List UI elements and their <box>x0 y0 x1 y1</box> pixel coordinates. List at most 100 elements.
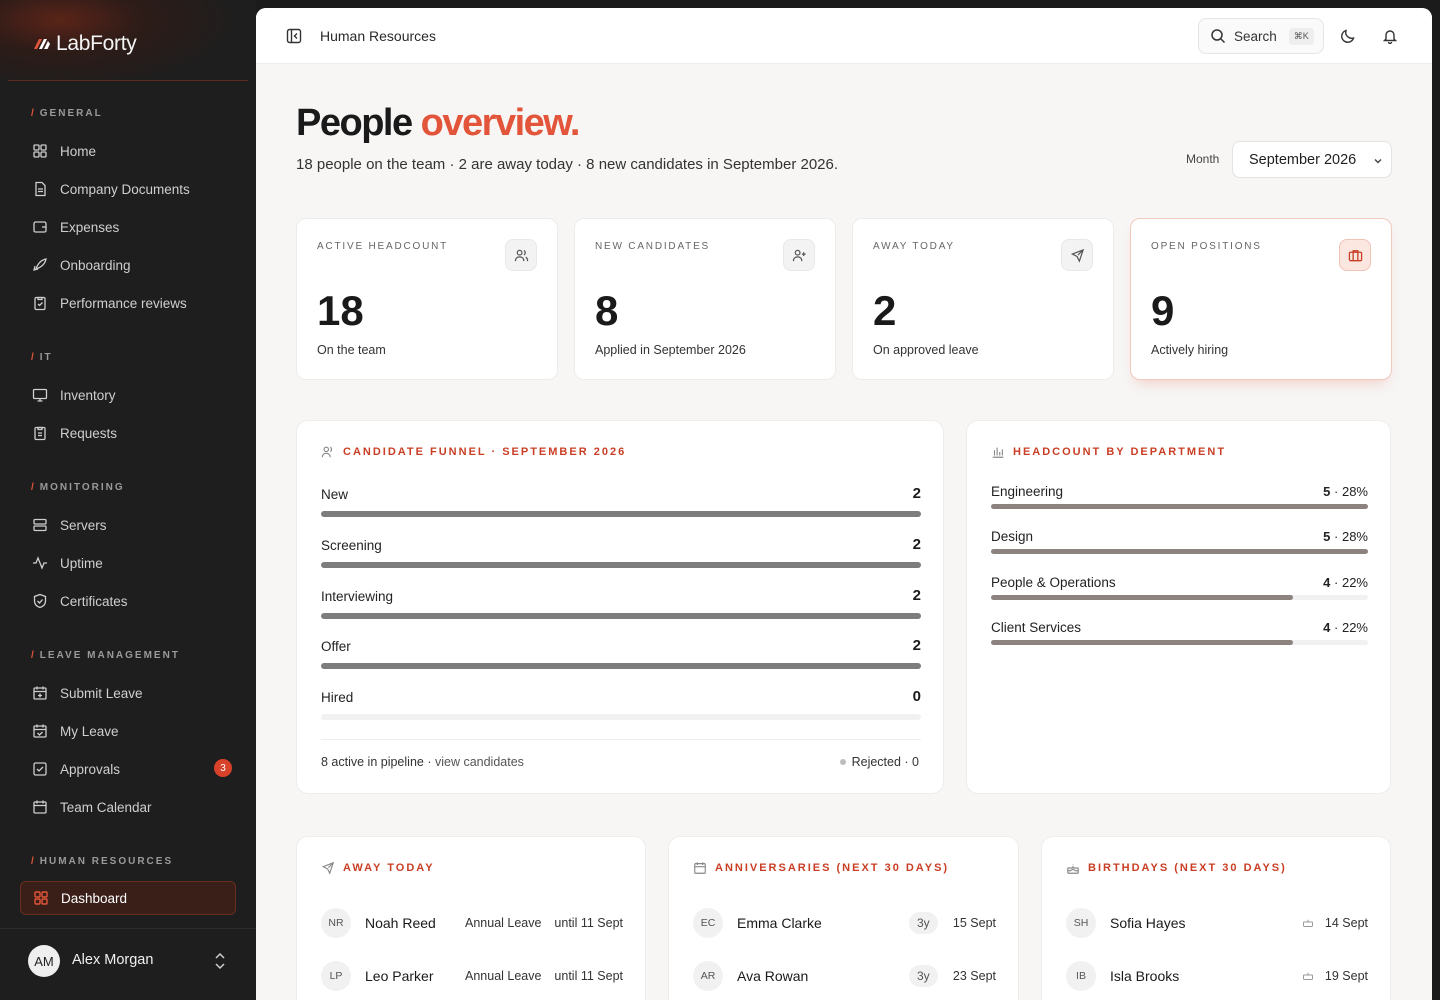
rejected-count: Rejected · 0 <box>839 755 919 769</box>
department-label: Engineering <box>991 484 1064 499</box>
avatar: NR <box>321 908 351 938</box>
search-label: Search <box>1234 28 1277 44</box>
clipboard-list-icon <box>34 426 46 441</box>
server-icon <box>33 518 47 532</box>
approvals-count-badge: 3 <box>214 759 232 777</box>
list-item[interactable]: AR Ava Rowan 3y 23 Sept <box>693 961 996 991</box>
chevron-down-icon <box>1374 159 1382 164</box>
birthday-date: 14 Sept <box>1324 916 1368 930</box>
headcount-by-department-panel: HEADCOUNT BY DEPARTMENT Engineering 5 · … <box>966 420 1391 794</box>
sidebar-item-my-leave[interactable]: My Leave <box>20 714 236 748</box>
stat-card-new-candidates[interactable]: NEW CANDIDATES 8 Applied in September 20… <box>574 218 836 380</box>
stat-card-away-today[interactable]: AWAY TODAY 2 On approved leave <box>852 218 1114 380</box>
department-label: Client Services <box>991 620 1082 635</box>
sidebar-item-certificates[interactable]: Certificates <box>20 584 236 618</box>
sidebar: LabForty / GENERAL Home Company Documents… <box>0 0 256 1000</box>
calendar-plus-icon <box>33 686 47 700</box>
years-badge: 3y <box>909 912 938 934</box>
sidebar-item-uptime[interactable]: Uptime <box>20 546 236 580</box>
list-item[interactable]: LP Leo Parker Annual Leave until 11 Sept <box>321 961 623 991</box>
stat-card-active-headcount[interactable]: ACTIVE HEADCOUNT 18 On the team <box>296 218 558 380</box>
bar-chart-icon <box>992 447 1004 458</box>
sidebar-item-label: Requests <box>60 425 118 441</box>
department-bar <box>991 640 1293 645</box>
plane-icon <box>321 861 335 875</box>
leave-until: until 11 Sept <box>554 969 623 983</box>
sidebar-item-servers[interactable]: Servers <box>20 508 236 542</box>
section-label-it: / IT <box>31 352 53 363</box>
activity-icon <box>33 556 47 570</box>
sidebar-item-team-calendar[interactable]: Team Calendar <box>20 790 236 824</box>
sidebar-item-submit-leave[interactable]: Submit Leave <box>20 676 236 710</box>
sidebar-item-label: Performance reviews <box>60 295 187 311</box>
sidebar-item-company-documents[interactable]: Company Documents <box>20 172 236 206</box>
clipboard-icon <box>34 296 46 311</box>
funnel-stage-label: Hired <box>321 690 354 705</box>
users-icon <box>514 249 528 261</box>
view-candidates-link[interactable]: view candidates <box>435 755 524 769</box>
sidebar-item-approvals[interactable]: Approvals 3 <box>20 752 236 786</box>
cake-icon <box>1067 864 1079 874</box>
moon-icon[interactable] <box>1340 28 1356 44</box>
birthday-date: 19 Sept <box>1324 969 1368 983</box>
sidebar-item-dashboard[interactable]: Dashboard <box>20 881 236 915</box>
stat-value: 8 <box>595 287 619 334</box>
stat-label: OPEN POSITIONS <box>1151 241 1262 252</box>
section-label-leave-management: / LEAVE MANAGEMENT <box>31 650 180 661</box>
brand-logo[interactable]: LabForty <box>32 32 137 56</box>
stat-caption: On the team <box>317 343 386 357</box>
list-item[interactable]: EC Emma Clarke 3y 15 Sept <box>693 908 996 938</box>
list-item[interactable]: IB Isla Brooks 19 Sept <box>1066 961 1368 991</box>
stat-label: AWAY TODAY <box>873 241 955 252</box>
sidebar-item-requests[interactable]: Requests <box>20 416 236 450</box>
calendar-icon <box>694 862 706 874</box>
sidebar-item-label: Certificates <box>60 593 128 609</box>
department-value: 5 · 28% <box>1323 529 1368 544</box>
list-item[interactable]: NR Noah Reed Annual Leave until 11 Sept <box>321 908 623 938</box>
main-content: Human Resources Search ⌘K People overvie… <box>256 8 1432 1000</box>
chevron-up-down-icon[interactable] <box>212 951 228 971</box>
years-badge: 3y <box>909 965 938 987</box>
candidate-funnel-panel: CANDIDATE FUNNEL · SEPTEMBER 2026 New 2 … <box>296 420 944 794</box>
panel-title: AWAY TODAY <box>321 861 435 875</box>
page-subtitle: 18 people on the team · 2 are away today… <box>296 156 839 173</box>
sidebar-item-onboarding[interactable]: Onboarding <box>20 248 236 282</box>
sidebar-item-inventory[interactable]: Inventory <box>20 378 236 412</box>
search-icon <box>1211 29 1226 44</box>
anniversaries-panel: ANNIVERSARIES (NEXT 30 DAYS) EC Emma Cla… <box>668 836 1019 1000</box>
sidebar-item-home[interactable]: Home <box>20 134 236 168</box>
sidebar-item-label: Submit Leave <box>60 685 143 701</box>
month-select[interactable]: September 2026 <box>1232 141 1392 178</box>
list-item[interactable]: SH Sofia Hayes 14 Sept <box>1066 908 1368 938</box>
stat-card-open-positions[interactable]: OPEN POSITIONS 9 Actively hiring <box>1130 218 1392 380</box>
users-icon <box>321 446 333 458</box>
stat-value: 18 <box>317 287 364 334</box>
funnel-bar <box>321 613 921 619</box>
breadcrumb[interactable]: Human Resources <box>320 28 436 44</box>
sidebar-toggle-icon[interactable] <box>286 28 302 44</box>
anniversary-date: 15 Sept <box>952 916 996 930</box>
search-button[interactable]: Search ⌘K <box>1198 18 1324 54</box>
funnel-stage-label: Offer <box>321 639 351 654</box>
sidebar-item-label: Approvals <box>60 761 121 777</box>
sidebar-item-performance-reviews[interactable]: Performance reviews <box>20 286 236 320</box>
away-today-panel: AWAY TODAY NR Noah Reed Annual Leave unt… <box>296 836 646 1000</box>
labforty-logo-icon <box>34 39 50 49</box>
wallet-icon <box>33 221 47 233</box>
leave-type: Annual Leave <box>465 969 542 983</box>
shield-check-icon <box>33 593 47 609</box>
avatar: AM <box>28 945 60 977</box>
department-value: 4 · 22% <box>1323 575 1368 590</box>
funnel-stage-count: 2 <box>912 536 921 553</box>
stat-caption: Applied in September 2026 <box>595 343 746 357</box>
funnel-stage-label: New <box>321 487 349 502</box>
user-menu[interactable]: AM Alex Morgan <box>0 928 256 1000</box>
person-name: Leo Parker <box>365 968 434 984</box>
sidebar-item-expenses[interactable]: Expenses <box>20 210 236 244</box>
department-label: Design <box>991 529 1034 544</box>
brand-area: LabForty <box>0 0 256 82</box>
bell-icon[interactable] <box>1382 28 1398 44</box>
sidebar-item-label: Onboarding <box>60 257 131 273</box>
department-label: People & Operations <box>991 575 1116 590</box>
panel-title: ANNIVERSARIES (NEXT 30 DAYS) <box>693 861 949 875</box>
